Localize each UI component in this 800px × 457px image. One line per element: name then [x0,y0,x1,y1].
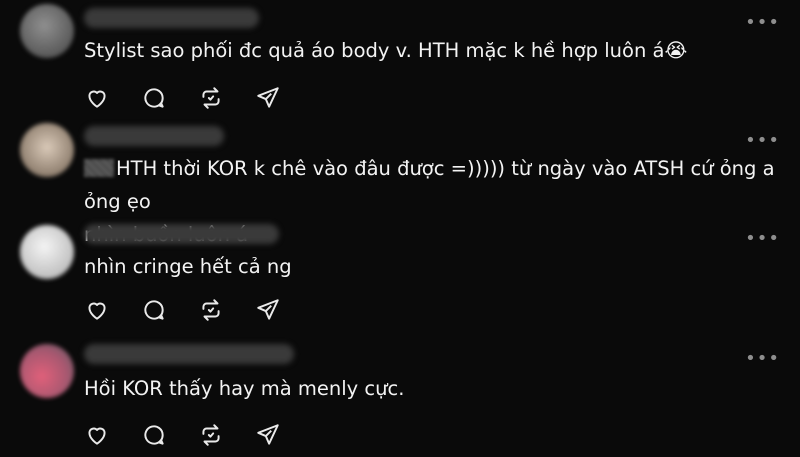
heart-icon[interactable] [84,297,110,323]
post-2: ••• HTH thời KOR k chê vào đâu được =)))… [0,120,800,246]
post-text-line-1: HTH thời KOR k chê vào đâu được =))))) t… [84,152,780,218]
more-options-button[interactable]: ••• [745,350,780,368]
username[interactable] [84,224,279,244]
post-3: ••• nhìn cringe hết cả ng [0,222,800,342]
post-text: nhìn cringe hết cả ng [84,255,292,278]
action-bar [84,297,312,323]
comment-icon[interactable] [141,422,167,448]
post-text: Hồi KOR thấy hay mà menly cực. [84,377,405,400]
more-options-button[interactable]: ••• [745,14,780,32]
username[interactable] [84,8,259,28]
share-icon[interactable] [255,85,281,111]
avatar[interactable] [20,123,74,177]
repost-icon[interactable] [198,422,224,448]
post-text-line-1-content: HTH thời KOR k chê vào đâu được =))))) t… [84,157,775,213]
action-bar [84,422,312,448]
share-icon[interactable] [255,297,281,323]
share-icon[interactable] [255,422,281,448]
comment-icon[interactable] [141,297,167,323]
repost-icon[interactable] [198,297,224,323]
post-1: ••• Stylist sao phối đc quả áo body v. H… [0,0,800,125]
username[interactable] [84,126,224,146]
avatar[interactable] [20,225,74,279]
avatar[interactable] [20,344,74,398]
more-options-button[interactable]: ••• [745,132,780,150]
heart-icon[interactable] [84,422,110,448]
redacted-mention [84,159,114,177]
action-bar [84,85,312,111]
username[interactable] [84,344,294,364]
repost-icon[interactable] [198,85,224,111]
post-text: Stylist sao phối đc quả áo body v. HTH m… [84,39,688,62]
heart-icon[interactable] [84,85,110,111]
comment-icon[interactable] [141,85,167,111]
more-options-button[interactable]: ••• [745,230,780,248]
post-4: ••• Hồi KOR thấy hay mà menly cực. [0,340,800,457]
avatar[interactable] [20,4,74,58]
